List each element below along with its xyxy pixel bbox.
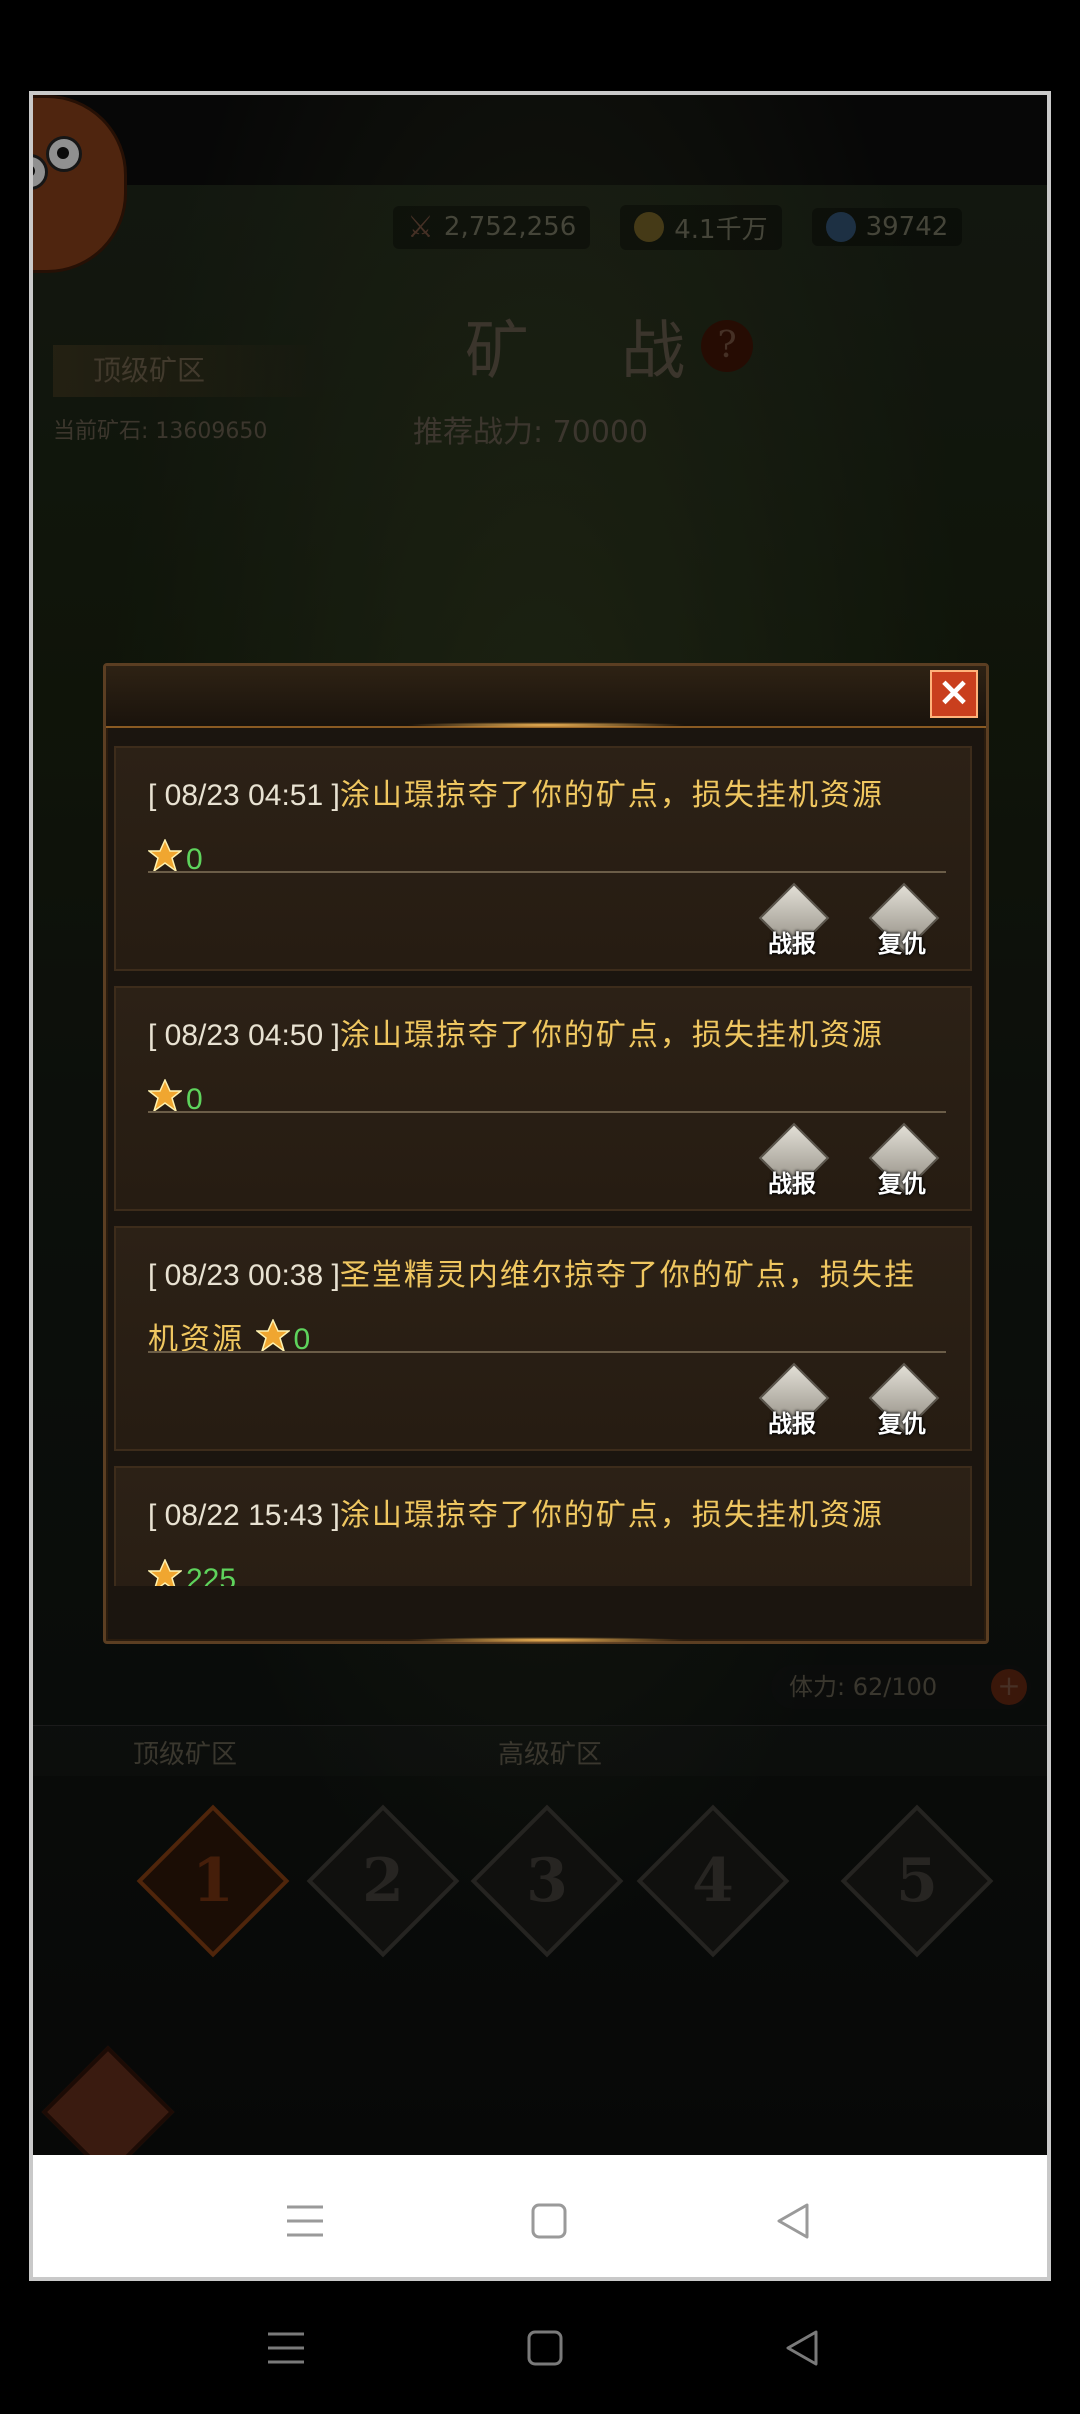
system-navigation-bar: [0, 2290, 1080, 2414]
revenge-label: 复仇: [878, 929, 926, 958]
close-button[interactable]: ×: [930, 670, 978, 718]
revenge-label: 复仇: [878, 1409, 926, 1438]
record-card: [ 08/23 04:50 ]涂山璟掠夺了你的矿点，损失挂机资源 0 战报 复仇: [114, 986, 972, 1211]
battle-log-dialog: × [ 08/23 04:51 ]涂山璟掠夺了你的矿点，损失挂机资源 0 战报 …: [103, 663, 989, 1644]
menu-icon[interactable]: [285, 2201, 325, 2241]
menu-icon[interactable]: [266, 2328, 306, 2368]
back-icon[interactable]: [773, 2201, 813, 2241]
inner-navigation-bar: [33, 2155, 1047, 2277]
home-icon[interactable]: [529, 2201, 569, 2241]
ore-crystal-icon: [255, 1319, 290, 1353]
record-list[interactable]: [ 08/23 04:51 ]涂山璟掠夺了你的矿点，损失挂机资源 0 战报 复仇…: [114, 746, 972, 1586]
record-time: [ 08/23 04:51 ]: [148, 779, 340, 812]
ore-crystal-icon: [148, 1559, 182, 1586]
record-message: 涂山璟掠夺了你的矿点，损失挂机资源: [339, 1498, 884, 1533]
dialog-footer-glow: [406, 1637, 686, 1643]
ore-crystal-icon: [148, 1079, 182, 1113]
back-icon[interactable]: [782, 2328, 822, 2368]
record-card: [ 08/22 15:43 ]涂山璟掠夺了你的矿点，损失挂机资源 225: [114, 1466, 972, 1586]
revenge-button[interactable]: 复仇: [868, 1122, 940, 1198]
record-time: [ 08/22 15:43 ]: [148, 1499, 340, 1532]
record-message: 涂山璟掠夺了你的矿点，损失挂机资源: [339, 778, 884, 813]
record-text: [ 08/22 15:43 ]涂山璟掠夺了你的矿点，损失挂机资源 225: [148, 1484, 946, 1586]
battle-report-button[interactable]: 战报: [758, 882, 830, 958]
revenge-label: 复仇: [878, 1169, 926, 1198]
divider: [148, 1111, 946, 1113]
revenge-button[interactable]: 复仇: [868, 882, 940, 958]
game-scene: ⚔ 2,752,256 4.1千万 39742 顶级矿区 当前矿石: 13609…: [33, 95, 1047, 2179]
report-label: 战报: [768, 1169, 816, 1198]
report-label: 战报: [768, 929, 816, 958]
revenge-button[interactable]: 复仇: [868, 1362, 940, 1438]
divider: [148, 1351, 946, 1353]
dialog-header: [106, 666, 986, 728]
record-message: 涂山璟掠夺了你的矿点，损失挂机资源: [339, 1018, 884, 1053]
divider: [148, 871, 946, 873]
report-label: 战报: [768, 1409, 816, 1438]
record-card: [ 08/23 04:51 ]涂山璟掠夺了你的矿点，损失挂机资源 0 战报 复仇: [114, 746, 972, 971]
loss-amount: 225: [186, 1563, 237, 1586]
app-frame: ⚔ 2,752,256 4.1千万 39742 顶级矿区 当前矿石: 13609…: [29, 91, 1051, 2281]
record-time: [ 08/23 04:50 ]: [148, 1019, 340, 1052]
home-icon[interactable]: [525, 2328, 565, 2368]
ore-crystal-icon: [148, 839, 182, 873]
record-time: [ 08/23 00:38 ]: [148, 1259, 340, 1292]
record-card: [ 08/23 00:38 ]圣堂精灵内维尔掠夺了你的矿点，损失挂机资源 0 战…: [114, 1226, 972, 1451]
battle-report-button[interactable]: 战报: [758, 1122, 830, 1198]
battle-report-button[interactable]: 战报: [758, 1362, 830, 1438]
